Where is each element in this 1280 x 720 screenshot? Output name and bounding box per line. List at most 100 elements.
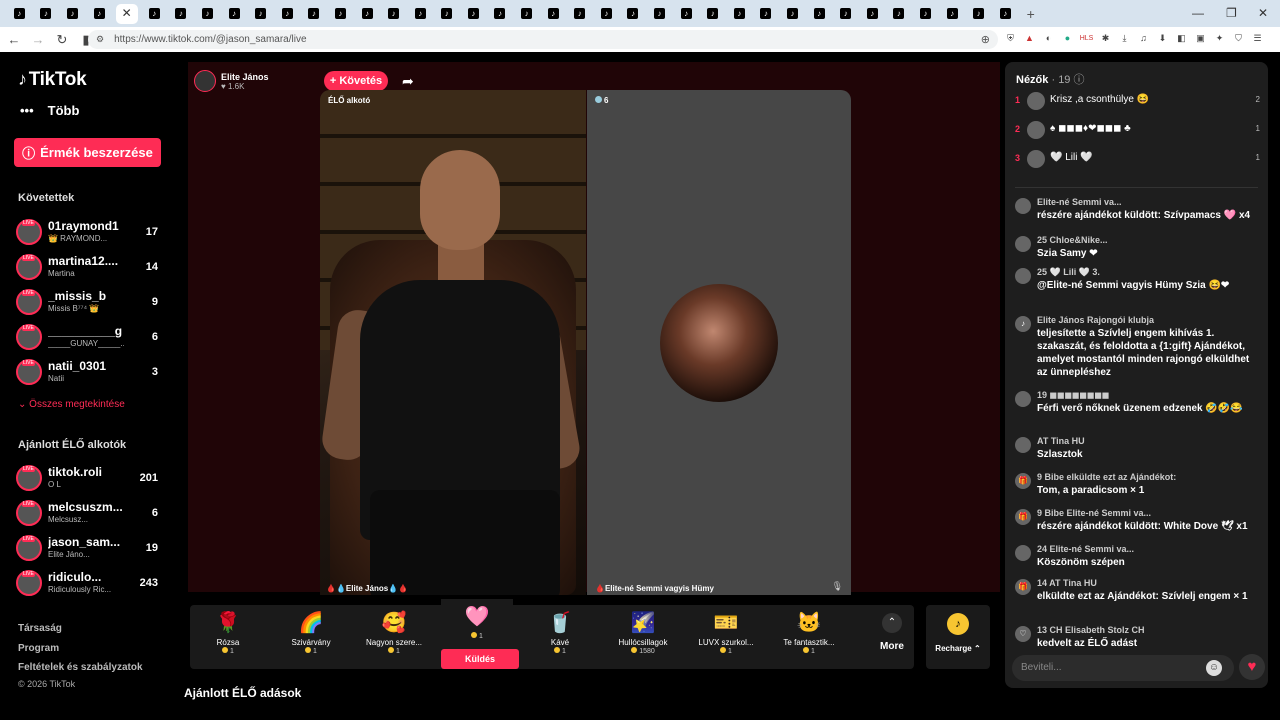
tab-tiktok[interactable]: ♪ <box>623 4 643 24</box>
more-link[interactable]: ••• Több <box>20 103 79 118</box>
account-item[interactable]: LIVE natii_0301 Natii 3 <box>16 357 166 387</box>
tab-tiktok[interactable]: ♪ <box>490 4 510 24</box>
guest-avatar[interactable] <box>660 284 778 402</box>
tab-tiktok[interactable]: ♪ <box>756 4 776 24</box>
site-info-icon[interactable]: ⚙ <box>96 34 104 45</box>
ai-icon[interactable]: ✦ <box>1212 31 1227 46</box>
close-window-icon[interactable]: ✕ <box>1258 6 1268 20</box>
top-viewer-row[interactable]: 2 ♠ ◼◼◼♦❤◼◼◼ ♣ 1 <box>1015 120 1260 142</box>
message-header[interactable]: 24 Elite-né Semmi va... <box>1037 543 1260 556</box>
download-icon[interactable]: ⤓ <box>1117 31 1132 46</box>
message-header[interactable]: 14 AT Tina HU <box>1037 577 1260 590</box>
tab-tiktok[interactable]: ♪ <box>942 4 962 24</box>
tab-tiktok[interactable]: ♪ <box>596 4 616 24</box>
extension-icon[interactable]: ◐ <box>1041 31 1056 46</box>
tab-tiktok[interactable]: ♪ <box>543 4 563 24</box>
tab-tiktok[interactable]: ♪ <box>463 4 483 24</box>
puzzle-icon[interactable]: ✱ <box>1098 31 1113 46</box>
tab-tiktok[interactable]: ♪ <box>62 4 82 24</box>
account-item[interactable]: LIVE 01raymond1 👑 RAYMOND... 17 <box>16 217 166 247</box>
menu-icon[interactable]: ☰ <box>1250 31 1265 46</box>
share-icon[interactable]: ➦ <box>402 73 414 90</box>
message-avatar[interactable]: ♡ <box>1015 626 1031 642</box>
footer-program[interactable]: Program <box>18 643 59 654</box>
message-avatar[interactable]: ♪ <box>1015 316 1031 332</box>
message-header[interactable]: 25 Chloe&Nike... <box>1037 234 1260 247</box>
host-avatar[interactable] <box>194 70 216 92</box>
gift-item[interactable]: 🥤 Kávé 1 <box>524 605 596 669</box>
gift-item[interactable]: 🥰 Nagyon szere... 1 <box>358 605 430 669</box>
shield2-icon[interactable]: ⛉ <box>1231 31 1246 46</box>
message-header[interactable]: Elite János Rajongói klubja <box>1037 314 1260 327</box>
message-header[interactable]: 19 ◼◼◼◼◼◼◼◼ <box>1037 389 1260 402</box>
video-right[interactable]: 6 🩸Elite-né Semmi vagyis Hümy 🎙 <box>587 90 851 595</box>
account-item[interactable]: LIVE melcsuszm... Melcsusz... 6 <box>16 498 166 528</box>
gift-item[interactable]: 🩷 1 Küldés <box>441 599 519 669</box>
tab-active[interactable]: ✕ <box>115 3 138 24</box>
top-viewer-row[interactable]: 3 🤍 Lili 🤍 1 <box>1015 149 1260 171</box>
chat-input[interactable]: Beviteli... <box>1012 655 1234 681</box>
tab-tiktok[interactable]: ♪ <box>144 4 164 24</box>
tab-tiktok[interactable]: ♪ <box>729 4 749 24</box>
tab-tiktok[interactable]: ♪ <box>570 4 590 24</box>
message-avatar[interactable]: 🎁 <box>1015 473 1031 489</box>
restore-icon[interactable]: ❐ <box>1226 6 1237 20</box>
tab-tiktok[interactable]: ♪ <box>36 4 56 24</box>
send-button[interactable]: Küldés <box>441 649 519 669</box>
shield-icon[interactable]: ⛨ <box>1003 31 1018 46</box>
message-header[interactable]: Elite-né Semmi va... <box>1037 196 1260 209</box>
tab-tiktok[interactable]: ♪ <box>517 4 537 24</box>
tab-tiktok[interactable]: ♪ <box>676 4 696 24</box>
message-avatar[interactable] <box>1015 236 1031 252</box>
like-heart-icon[interactable]: ♥ <box>1239 654 1265 680</box>
recharge-button[interactable]: ♪ Recharge ⌃ <box>926 605 990 669</box>
top-viewer-row[interactable]: 1 Krisz ,a csonthülye 😆 2 <box>1015 91 1260 113</box>
tab-tiktok[interactable]: ♪ <box>410 4 430 24</box>
message-header[interactable]: 25 🤍 Lili 🤍 3. <box>1037 266 1260 279</box>
tab-tiktok[interactable]: ♪ <box>650 4 670 24</box>
account-item[interactable]: LIVE jason_sam... Elite Jáno... 19 <box>16 533 166 563</box>
video-left[interactable]: ÉLŐ alkotó 🩸💧Elite János💧🩸 <box>320 90 586 595</box>
tab-tiktok[interactable]: ♪ <box>703 4 723 24</box>
tab-tiktok[interactable]: ♪ <box>9 4 29 24</box>
footer-terms[interactable]: Feltételek és szabályzatok <box>18 662 143 673</box>
reload-icon[interactable]: ↻ <box>52 32 72 48</box>
tab-tiktok[interactable]: ♪ <box>357 4 377 24</box>
gift-item[interactable]: 🐱 Te fantasztik... 1 <box>773 605 845 669</box>
account-item[interactable]: LIVE tiktok.roli O L 201 <box>16 463 166 493</box>
tab-tiktok[interactable]: ♪ <box>437 4 457 24</box>
tab-tiktok[interactable]: ♪ <box>89 4 109 24</box>
sidebar-icon[interactable]: ◧ <box>1174 31 1189 46</box>
tab-tiktok[interactable]: ♪ <box>304 4 324 24</box>
message-avatar[interactable]: 🎁 <box>1015 579 1031 595</box>
message-avatar[interactable] <box>1015 437 1031 453</box>
account-item[interactable]: LIVE martina12.... Martina 14 <box>16 252 166 282</box>
message-avatar[interactable] <box>1015 391 1031 407</box>
gift-item[interactable]: 🌈 Szivárvány 1 <box>275 605 347 669</box>
get-coins-button[interactable]: ⓘ Érmék beszerzése <box>14 138 161 167</box>
triangle-icon[interactable]: ▲ <box>1022 31 1037 46</box>
tab-tiktok[interactable]: ♪ <box>889 4 909 24</box>
tab-tiktok[interactable]: ♪ <box>277 4 297 24</box>
downloads-icon[interactable]: ⬇ <box>1155 31 1170 46</box>
tab-tiktok[interactable]: ♪ <box>836 4 856 24</box>
message-avatar[interactable] <box>1015 545 1031 561</box>
message-header[interactable]: AT Tina HU <box>1037 435 1260 448</box>
gift-item[interactable]: 🎫 LUVX szurkol... 1 <box>690 605 762 669</box>
tab-tiktok[interactable]: ♪ <box>783 4 803 24</box>
more-gifts-button[interactable]: ⌃ More <box>863 605 921 669</box>
tab-tiktok[interactable]: ♪ <box>171 4 191 24</box>
tab-tiktok[interactable]: ♪ <box>330 4 350 24</box>
zoom-icon[interactable]: ⊕ <box>981 33 990 46</box>
tab-tiktok[interactable]: ♪ <box>995 4 1015 24</box>
forward-icon[interactable]: → <box>28 32 48 47</box>
music-icon[interactable]: ♫ <box>1136 31 1151 46</box>
message-avatar[interactable] <box>1015 198 1031 214</box>
message-header[interactable]: 9 Bibe elküldte ezt az Ajándékot: <box>1037 471 1260 484</box>
tab-tiktok[interactable]: ♪ <box>384 4 404 24</box>
back-icon[interactable]: ← <box>4 32 24 47</box>
color-icon[interactable]: ● <box>1060 31 1075 46</box>
minimize-icon[interactable]: — <box>1192 6 1204 20</box>
message-avatar[interactable] <box>1015 268 1031 284</box>
tab-tiktok[interactable]: ♪ <box>224 4 244 24</box>
